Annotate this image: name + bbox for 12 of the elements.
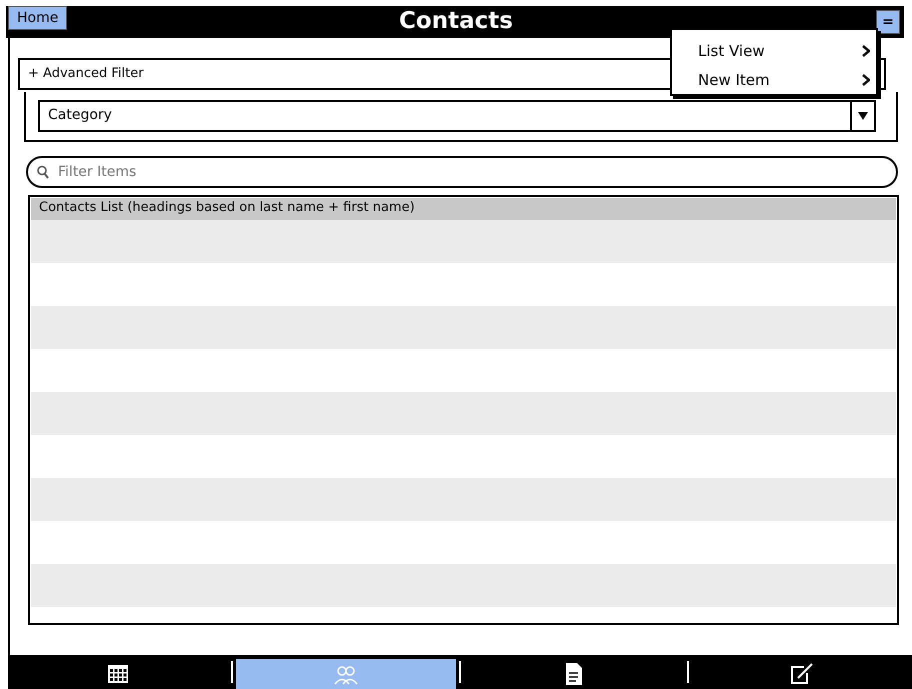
chevron-icon — [862, 44, 870, 56]
search-field[interactable]: Filter Items — [26, 156, 898, 188]
document-icon — [565, 662, 583, 686]
category-dropdown[interactable]: Category — [38, 100, 876, 132]
menu-button[interactable]: = — [876, 10, 900, 34]
list-heading: Contacts List (headings based on last name + first name) — [31, 198, 896, 220]
home-button[interactable]: Home — [8, 6, 68, 30]
edit-icon — [790, 663, 814, 685]
page-title: Contacts — [399, 8, 513, 34]
search-icon — [36, 165, 49, 179]
calendar-icon — [107, 664, 129, 684]
chevron-icon — [862, 74, 870, 86]
